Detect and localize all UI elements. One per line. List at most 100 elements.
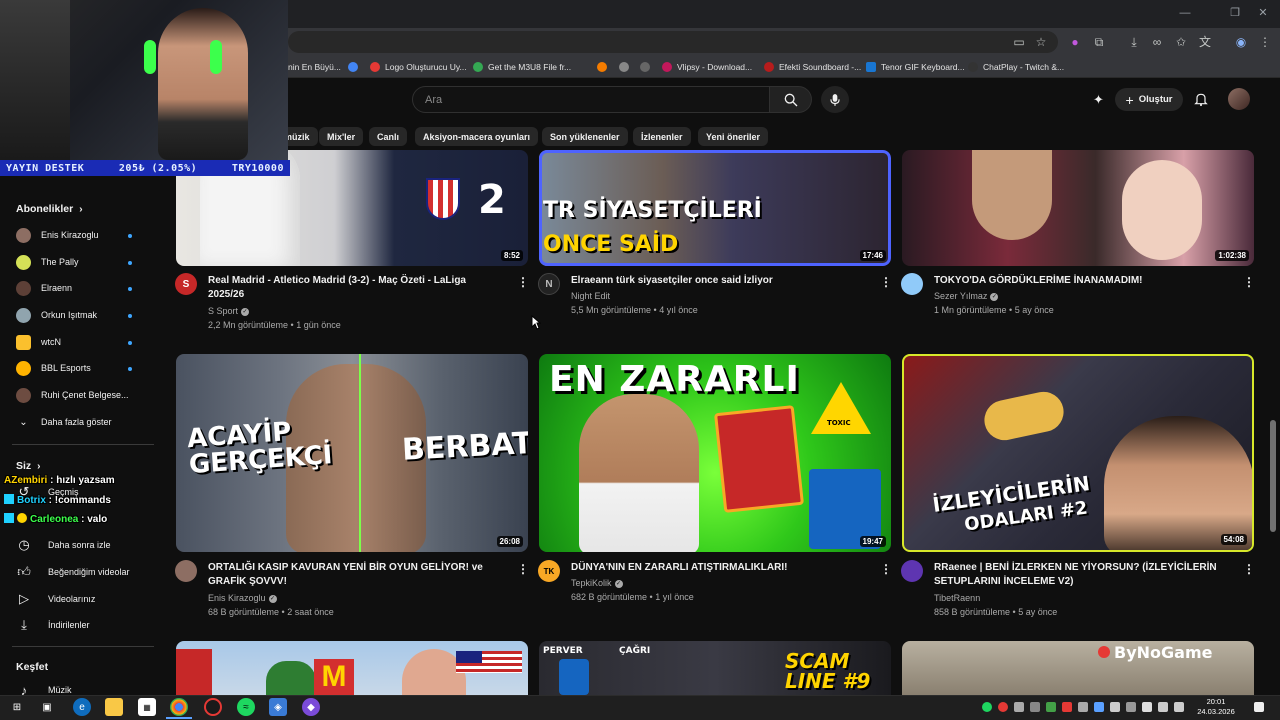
more-options-icon[interactable]: ⋮ (517, 275, 529, 289)
channel-name[interactable]: TepkiKolik ✓ (571, 576, 623, 590)
task-view-icon[interactable]: ▣ (38, 698, 56, 716)
close-icon[interactable]: ✕ (1256, 6, 1270, 20)
maximize-icon[interactable]: ❐ (1228, 6, 1242, 20)
bookmark-item[interactable]: Logo Oluşturucu Uy... (370, 60, 467, 74)
taskbar-clock[interactable]: 20:01 24.03.2026 (1196, 697, 1236, 717)
steam-icon[interactable]: ◈ (269, 698, 287, 716)
sidebar-item-liked-videos[interactable]: 👍︎ Beğendiğim videolar (16, 563, 129, 581)
address-bar[interactable] (288, 31, 1058, 53)
profile-icon[interactable]: ◉ (1234, 35, 1248, 49)
bookmark-item[interactable] (640, 60, 650, 74)
search-button[interactable] (770, 86, 812, 113)
more-options-icon[interactable]: ⋮ (1243, 275, 1255, 289)
sidebar-item-enis-kirazoglu[interactable]: Enis Kirazoglu (16, 226, 99, 244)
bookmark-item[interactable]: nin En Büyü... (288, 60, 341, 74)
link-icon[interactable]: ∞ (1150, 35, 1164, 49)
more-options-icon[interactable]: ⋮ (517, 562, 529, 576)
video-thumbnail[interactable]: M (176, 641, 528, 695)
sidebar-item-elraenn[interactable]: Elraenn (16, 279, 72, 297)
bookmark-item[interactable] (619, 60, 629, 74)
volume-icon[interactable] (1174, 702, 1184, 712)
puzzle-icon[interactable]: ⧉ (1092, 35, 1106, 49)
bookmark-item[interactable]: ChatPlay - Twitch &... (968, 60, 1064, 74)
video-thumbnail[interactable]: EN ZARARLI TOXIC 19:47 (539, 354, 891, 552)
tray-app-icon[interactable] (1142, 702, 1152, 712)
chrome-icon[interactable] (170, 698, 188, 716)
chip-yeni-oneriler[interactable]: Yeni öneriler (698, 127, 769, 146)
extension-icon[interactable]: ● (1068, 35, 1082, 49)
edge-icon[interactable]: e (73, 698, 91, 716)
channel-name[interactable]: Enis Kirazoglu ✓ (208, 591, 277, 605)
bookmark-item[interactable] (597, 60, 607, 74)
windows-start-icon[interactable]: ⊞ (8, 698, 26, 716)
notifications-icon[interactable] (1254, 702, 1264, 712)
bookmark-item[interactable]: Vlipsy - Download... (662, 60, 752, 74)
channel-avatar[interactable] (901, 273, 923, 295)
show-more-button[interactable]: ⌄ Daha fazla göster (16, 413, 111, 431)
video-title[interactable]: DÜNYA'NIN EN ZARARLI ATIŞTIRMALIKLARI! (571, 561, 861, 575)
sidebar-item-wtcn[interactable]: wtcN (16, 333, 61, 351)
video-title[interactable]: TOKYO'DA GÖRDÜKLERİME İNANAMADIM! (934, 274, 1224, 288)
obs-icon[interactable] (204, 698, 222, 716)
sidebar-item-watch-later[interactable]: ◷ Daha sonra izle (16, 536, 110, 554)
video-title[interactable]: ORTALIĞI KASIP KAVURAN YENİ BİR OYUN GEL… (208, 561, 498, 589)
video-thumbnail[interactable]: ByNoGame (902, 641, 1254, 695)
file-explorer-icon[interactable] (105, 698, 123, 716)
messenger-icon[interactable]: ◆ (302, 698, 320, 716)
spotify-icon[interactable]: ≈ (237, 698, 255, 716)
store-icon[interactable]: ▦ (138, 698, 156, 716)
video-title[interactable]: Elraeann türk siyasetçiler once said İzl… (571, 274, 861, 288)
video-thumbnail[interactable]: PERVER ÇAĞRI SCAM LINE #9 (539, 641, 891, 695)
tray-app-icon[interactable] (1062, 702, 1072, 712)
bookmarks-icon[interactable]: ✩ (1174, 35, 1188, 49)
search-box[interactable] (412, 86, 770, 113)
tray-app-icon[interactable] (1030, 702, 1040, 712)
translate-icon[interactable]: 文 (1198, 35, 1212, 49)
video-thumbnail[interactable]: İZLEYİCİLERİN ODALARI #2 54:08 (902, 354, 1254, 552)
channel-name[interactable]: Night Edit (571, 289, 610, 303)
create-button[interactable]: + Oluştur (1115, 88, 1183, 111)
scrollbar-thumb[interactable] (1270, 420, 1276, 532)
channel-avatar[interactable]: N (538, 273, 560, 295)
channel-avatar[interactable] (175, 560, 197, 582)
more-options-icon[interactable]: ⋮ (880, 562, 892, 576)
bookmark-star-icon[interactable]: ☆ (1034, 35, 1048, 49)
minimize-icon[interactable]: — (1178, 6, 1192, 20)
bookmark-item[interactable]: Efekti Soundboard -... (764, 60, 861, 74)
sidebar-item-ruhi-cenet[interactable]: Ruhi Çenet Belgese... (16, 386, 129, 404)
cast-video-icon[interactable]: ✦ (1093, 92, 1109, 108)
video-thumbnail[interactable]: 1:02:38 (902, 150, 1254, 266)
tray-app-icon[interactable] (1046, 702, 1056, 712)
network-icon[interactable] (1158, 702, 1168, 712)
bookmark-item[interactable] (348, 60, 358, 74)
bookmark-item[interactable]: Get the M3U8 File fr... (473, 60, 571, 74)
channel-name[interactable]: S Sport ✓ (208, 304, 250, 318)
notifications-button[interactable] (1193, 91, 1209, 107)
download-icon[interactable]: ⤓ (1127, 35, 1141, 49)
chip-aksiyon-macera[interactable]: Aksiyon-macera oyunları (415, 127, 539, 146)
channel-name[interactable]: TibetRaenn (934, 591, 980, 605)
tray-app-icon[interactable] (1094, 702, 1104, 712)
chip-son-yuklenenler[interactable]: Son yüklenenler (542, 127, 628, 146)
tray-app-icon[interactable] (1014, 702, 1024, 712)
tray-app-icon[interactable] (1078, 702, 1088, 712)
more-options-icon[interactable]: ⋮ (1243, 562, 1255, 576)
subscriptions-heading[interactable]: Abonelikler › (16, 203, 83, 215)
account-avatar[interactable] (1228, 88, 1250, 110)
video-title[interactable]: RRaenee | BENİ İZLERKEN NE YİYORSUN? (İZ… (934, 561, 1224, 589)
voice-search-button[interactable] (821, 86, 849, 113)
more-options-icon[interactable]: ⋮ (880, 275, 892, 289)
tray-app-icon[interactable] (1126, 702, 1136, 712)
cast-icon[interactable]: ▭ (1012, 35, 1026, 49)
you-heading[interactable]: Siz › (16, 460, 41, 472)
menu-icon[interactable]: ⋮ (1258, 35, 1272, 49)
tray-app-icon[interactable] (998, 702, 1008, 712)
tray-spotify-icon[interactable] (982, 702, 992, 712)
sidebar-item-the-pally[interactable]: The Pally (16, 253, 79, 271)
channel-name[interactable]: Sezer Yılmaz ✓ (934, 289, 999, 303)
video-title[interactable]: Real Madrid - Atletico Madrid (3-2) - Ma… (208, 274, 498, 302)
sidebar-item-orkun-isitmak[interactable]: Orkun Işıtmak (16, 306, 97, 324)
sidebar-item-bbl-esports[interactable]: BBL Esports (16, 359, 91, 377)
video-thumbnail[interactable]: TR SİYASETÇİLERİ ONCE SAİD 17:46 (539, 150, 891, 266)
video-thumbnail[interactable]: ACAYİP GERÇEKÇİ BERBAT! 26:08 (176, 354, 528, 552)
